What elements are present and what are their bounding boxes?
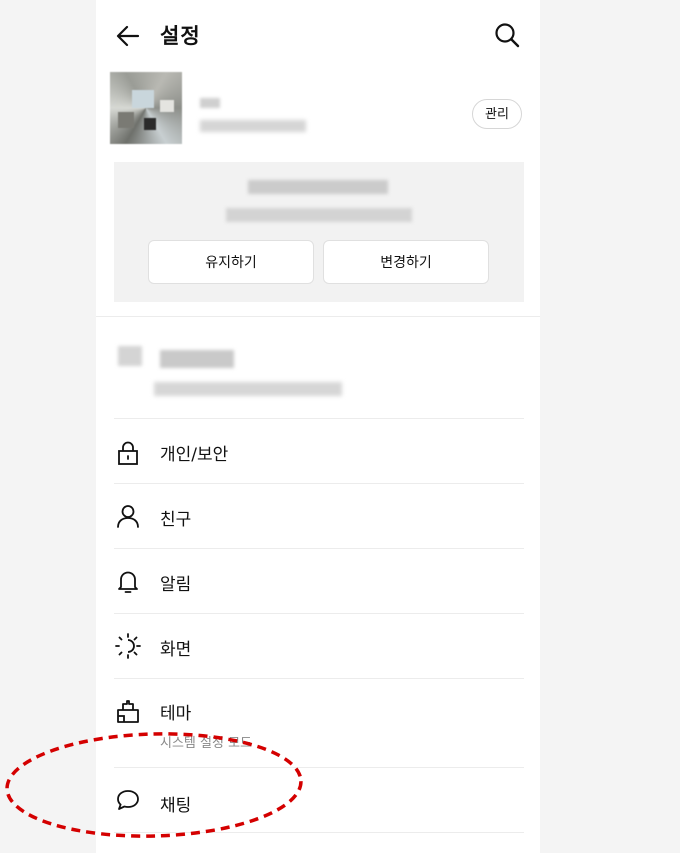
menu-item-chat[interactable]: 채팅 — [114, 768, 524, 833]
notice-text-redacted — [248, 180, 388, 194]
search-icon — [495, 23, 520, 48]
back-button[interactable] — [114, 22, 142, 50]
menu-item-privacy-security[interactable]: 개인/보안 — [114, 419, 524, 484]
person-icon — [117, 505, 139, 528]
chat-bubble-icon — [117, 790, 139, 810]
menu-item-label: 화면 — [160, 640, 192, 660]
account-icon-redacted — [118, 346, 142, 366]
menu-item-theme[interactable]: 테마 시스템 설정 모드 — [114, 679, 524, 768]
settings-panel: 설정 관리 유지하기 변경하기 개인/보안 친구 알림 화면 테마 시스템 설정… — [96, 0, 540, 853]
manage-button[interactable]: 관리 — [472, 99, 522, 129]
menu-item-label: 테마 — [160, 704, 192, 724]
avatar[interactable] — [110, 72, 182, 144]
menu-item-sublabel: 시스템 설정 모드 — [160, 736, 252, 751]
search-button[interactable] — [492, 20, 522, 50]
notice-box: 유지하기 변경하기 — [114, 162, 524, 302]
account-subtitle-redacted — [154, 382, 342, 396]
keep-button[interactable]: 유지하기 — [148, 240, 314, 284]
menu-item-label: 채팅 — [160, 796, 192, 816]
profile-id-redacted — [200, 120, 306, 132]
divider — [114, 832, 524, 833]
menu-item-notifications[interactable]: 알림 — [114, 549, 524, 614]
account-title-redacted — [160, 350, 234, 368]
menu-item-label: 개인/보안 — [160, 445, 229, 465]
page-title: 설정 — [160, 24, 201, 48]
arrow-left-icon — [116, 25, 140, 47]
bell-icon — [118, 571, 138, 593]
profile-name-redacted — [200, 98, 220, 108]
notice-subtext-redacted — [226, 208, 412, 222]
menu-item-label: 친구 — [160, 510, 192, 530]
menu-item-friends[interactable]: 친구 — [114, 484, 524, 549]
menu-item-display[interactable]: 화면 — [114, 614, 524, 679]
header-bar: 설정 — [96, 0, 540, 70]
divider — [96, 316, 540, 317]
lock-icon — [118, 441, 138, 465]
brightness-icon — [115, 633, 141, 659]
theme-icon — [117, 700, 139, 723]
change-button[interactable]: 변경하기 — [323, 240, 489, 284]
menu-item-label: 알림 — [160, 575, 192, 595]
